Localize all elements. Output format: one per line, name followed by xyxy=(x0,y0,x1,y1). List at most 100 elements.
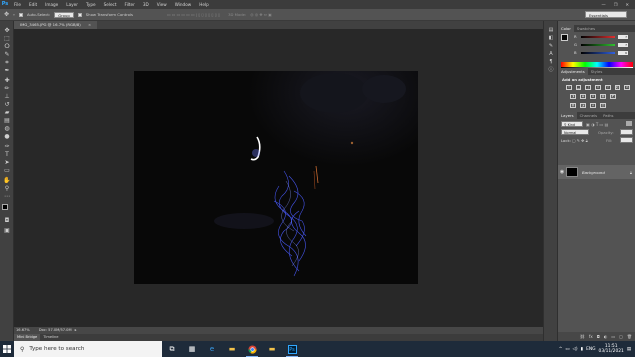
clock[interactable]: 11:51 03/11/2021 xyxy=(599,344,624,354)
minimize-button[interactable]: — xyxy=(602,0,606,9)
show-transform-checkbox[interactable] xyxy=(77,12,82,17)
threshold-icon[interactable]: ◪ xyxy=(580,103,586,108)
history-brush-tool-icon[interactable]: ↺ xyxy=(3,101,11,108)
quick-mask-icon[interactable]: ◘ xyxy=(3,217,11,224)
filter-toggle[interactable] xyxy=(626,121,632,126)
show-hidden-icons-icon[interactable]: ^ xyxy=(559,347,563,352)
color-panel-foreground-swatch[interactable] xyxy=(561,34,568,41)
document-tab[interactable]: IMG_3465.JPG @ 16.7% (RGB/8) × xyxy=(14,21,98,29)
language-indicator[interactable]: ENG xyxy=(586,347,595,352)
blur-tool-icon[interactable]: ◍ xyxy=(3,125,11,132)
crop-tool-icon[interactable]: ⌗ xyxy=(3,59,11,66)
path-select-tool-icon[interactable]: ➤ xyxy=(3,159,11,166)
color-balance-icon[interactable]: ⚖ xyxy=(624,85,631,90)
exposure-icon[interactable]: ± xyxy=(595,85,601,90)
new-group-icon[interactable]: ▭ xyxy=(611,334,615,339)
close-button[interactable]: ✕ xyxy=(625,0,629,9)
menu-image[interactable]: Image xyxy=(41,0,62,9)
tab-channels[interactable]: Channels xyxy=(577,112,601,119)
tab-layers[interactable]: Layers xyxy=(558,112,577,119)
tab-styles[interactable]: Styles xyxy=(588,68,606,75)
channel-mixer-icon[interactable]: ⊕ xyxy=(590,94,596,99)
file-manager-icon[interactable]: ▬ xyxy=(262,341,282,357)
chrome-icon[interactable] xyxy=(242,341,262,357)
move-tool-icon[interactable]: ✥ xyxy=(3,27,11,34)
menu-type[interactable]: Type xyxy=(82,0,100,9)
hand-tool-icon[interactable]: ✋ xyxy=(3,177,11,184)
quick-select-tool-icon[interactable]: ✎ xyxy=(3,51,11,58)
menu-select[interactable]: Select xyxy=(100,0,121,9)
tab-swatches[interactable]: Swatches xyxy=(574,25,598,32)
battery-icon[interactable]: ▮ xyxy=(581,347,583,352)
taskbar-search-box[interactable]: ⚲ Type here to search xyxy=(14,341,162,357)
brush-panel-icon[interactable]: ✎ xyxy=(547,43,555,49)
tool-preset-chevron-icon[interactable]: ▾ xyxy=(13,12,15,17)
brightness-contrast-icon[interactable]: ☼ xyxy=(566,85,572,90)
lasso-tool-icon[interactable]: ⵔ xyxy=(3,43,11,50)
new-adjustment-layer-icon[interactable]: ◐ xyxy=(604,334,608,339)
properties-panel-icon[interactable]: ◧ xyxy=(547,35,555,41)
photoshop-taskbar-icon[interactable]: Ps xyxy=(282,341,302,357)
red-value-field[interactable]: 7 xyxy=(618,34,628,39)
maximize-button[interactable]: ❐ xyxy=(614,0,618,9)
photo-filter-icon[interactable]: ◉ xyxy=(580,94,586,99)
zoom-tool-icon[interactable]: ⚲ xyxy=(3,185,11,192)
marquee-tool-icon[interactable]: ⬚ xyxy=(3,35,11,42)
speaker-icon[interactable]: ◁) xyxy=(573,347,578,352)
levels-icon[interactable]: ▁ xyxy=(575,85,582,90)
align-icons[interactable]: ▭ ▭ ▭ ▭ ▭ ▭ | ▯ ▯ ▯ ▯ ▯ ▯ ▯ xyxy=(167,12,220,17)
link-layers-icon[interactable]: ⛓ xyxy=(580,334,585,339)
gradient-map-icon[interactable]: ▥ xyxy=(600,103,606,108)
3d-mode-icons[interactable]: ◎ ◎ ✥ ⇔ ▣ xyxy=(250,12,271,17)
opacity-field[interactable] xyxy=(620,129,633,135)
menu-filter[interactable]: Filter xyxy=(120,0,138,9)
document-size-info[interactable]: Doc: 57.0M/57.0M xyxy=(39,328,72,332)
paragraph-panel-icon[interactable]: ¶ xyxy=(547,59,555,65)
people-icon[interactable]: ▦ xyxy=(182,341,202,357)
green-value-field[interactable]: 7 xyxy=(618,42,628,47)
green-slider[interactable] xyxy=(581,43,615,46)
menu-help[interactable]: Help xyxy=(195,0,213,9)
blue-slider[interactable] xyxy=(581,51,615,54)
eyedropper-tool-icon[interactable]: ✒ xyxy=(3,67,11,74)
new-layer-icon[interactable]: ▢ xyxy=(619,334,623,339)
close-document-icon[interactable]: × xyxy=(88,22,91,27)
visibility-eye-icon[interactable]: ◉ xyxy=(558,169,566,175)
foreground-color-swatch[interactable] xyxy=(2,204,8,210)
layer-row-background[interactable]: ◉ Background 🔒︎ xyxy=(558,165,635,179)
tab-timeline[interactable]: Timeline xyxy=(40,334,61,341)
posterize-icon[interactable]: ▩ xyxy=(570,103,576,108)
pen-tool-icon[interactable]: ✑ xyxy=(3,143,11,150)
gradient-tool-icon[interactable]: ▤ xyxy=(3,117,11,124)
notifications-icon[interactable]: ▤ xyxy=(627,347,631,352)
layer-filter-icons[interactable]: ▣ ◑ T ▭ ▤ xyxy=(586,122,608,127)
auto-select-dropdown[interactable]: Group xyxy=(54,11,74,18)
layer-filter-kind-dropdown[interactable]: ⚲ Kind xyxy=(561,121,583,127)
edge-browser-icon[interactable]: e xyxy=(202,341,222,357)
task-view-icon[interactable]: ⧉ xyxy=(162,341,182,357)
layer-style-icon[interactable]: fx xyxy=(589,334,593,339)
brush-tool-icon[interactable]: ✏ xyxy=(3,85,11,92)
move-tool-icon[interactable]: ✥ xyxy=(4,11,9,18)
fill-field[interactable] xyxy=(620,137,633,143)
network-icon[interactable]: ▭ xyxy=(565,347,569,352)
tab-adjustments[interactable]: Adjustments xyxy=(558,68,588,75)
lock-icons[interactable]: ▢ ✎ ✥ 🔒︎ xyxy=(572,138,588,143)
black-white-icon[interactable]: ◑ xyxy=(570,94,576,99)
selective-color-icon[interactable]: ◈ xyxy=(590,103,596,108)
more-tools-icon[interactable]: ⋯ xyxy=(3,193,11,200)
zoom-level[interactable]: 16.67% xyxy=(16,328,30,332)
red-slider[interactable] xyxy=(581,35,615,38)
clone-stamp-tool-icon[interactable]: ⊥ xyxy=(3,93,11,100)
menu-edit[interactable]: Edit xyxy=(25,0,41,9)
menu-file[interactable]: File xyxy=(10,0,25,9)
tab-color[interactable]: Color xyxy=(558,25,574,32)
type-tool-icon[interactable]: T xyxy=(3,151,11,158)
invert-icon[interactable]: ◩ xyxy=(610,94,616,99)
start-button[interactable] xyxy=(0,341,14,357)
history-panel-icon[interactable]: ▤ xyxy=(547,27,555,33)
auto-select-checkbox[interactable] xyxy=(18,12,23,17)
file-explorer-icon[interactable]: ▬ xyxy=(222,341,242,357)
info-panel-icon[interactable]: ⓘ xyxy=(547,67,555,73)
menu-3d[interactable]: 3D xyxy=(139,0,153,9)
